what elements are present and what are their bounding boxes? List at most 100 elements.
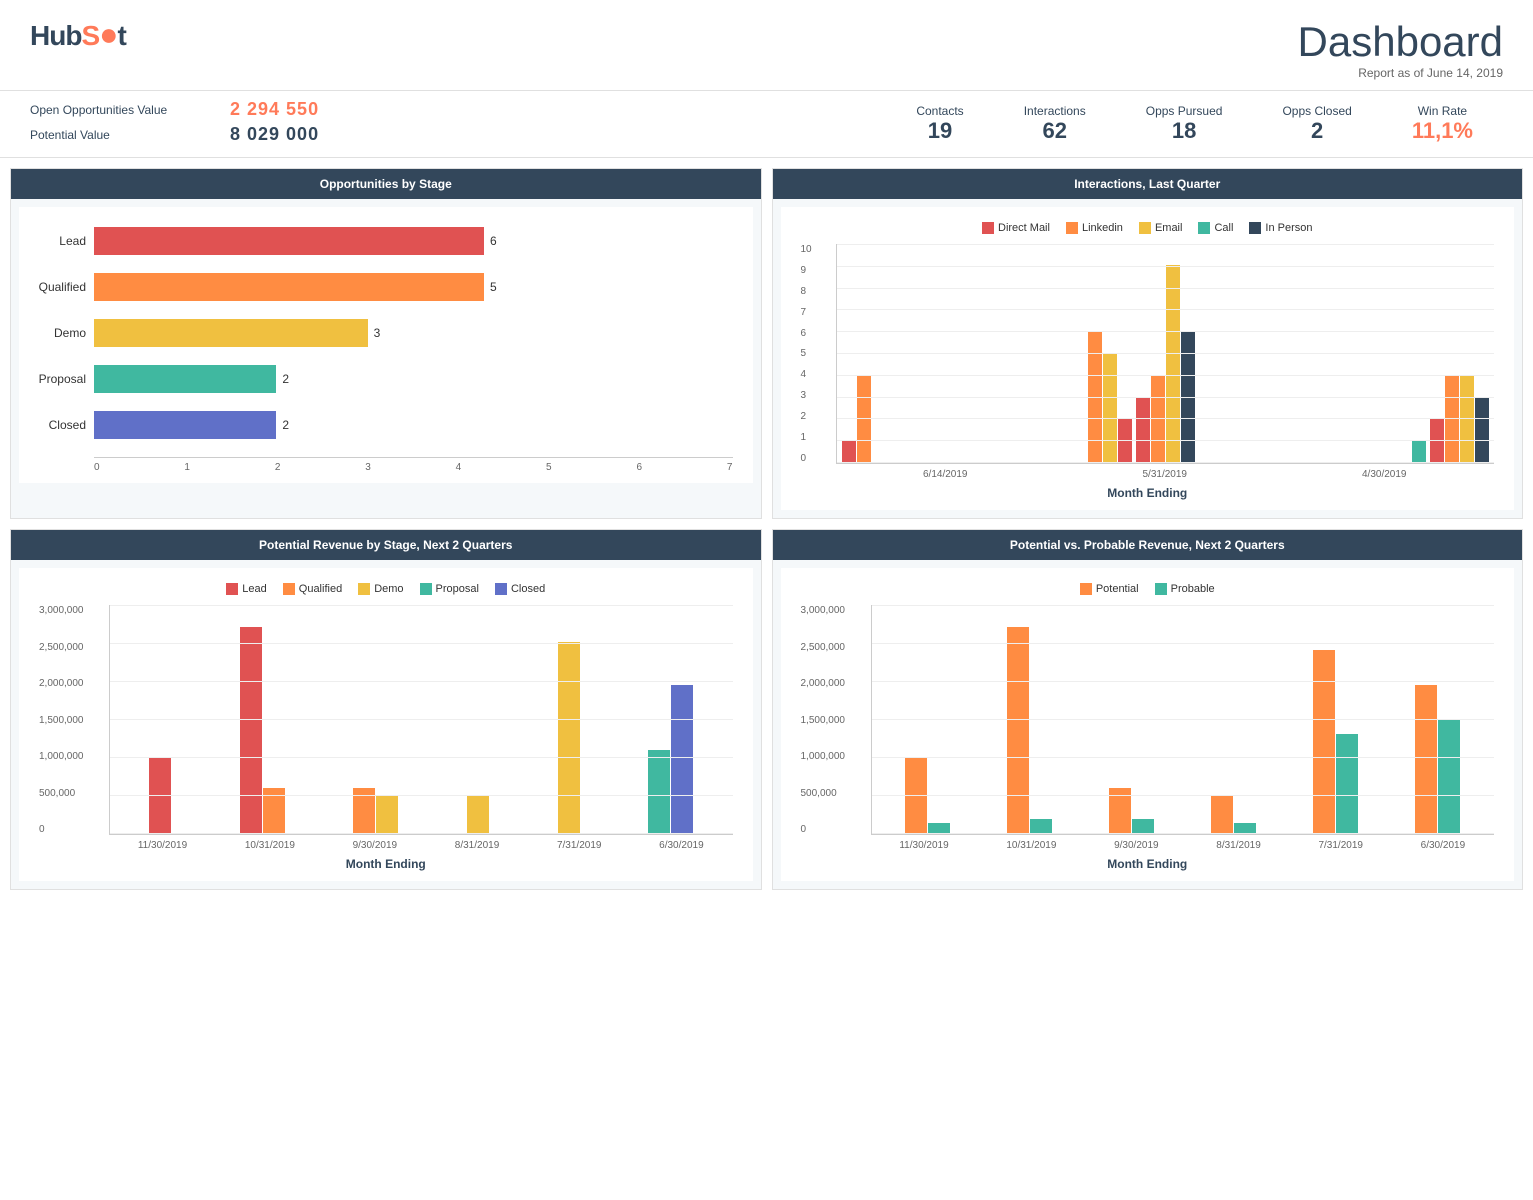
bar-430b-dm <box>1430 419 1444 463</box>
group-430-a <box>1412 441 1426 463</box>
proposal-bar-area: 2 <box>94 365 733 393</box>
legend-demo-ps: Demo <box>358 583 403 595</box>
pvp-title: Potential vs. Probable Revenue, Next 2 Q… <box>1010 538 1285 552</box>
col-1130 <box>149 757 171 834</box>
pvp-legend: Potential Probable <box>801 583 1495 595</box>
opps-closed-metric: Opps Closed 2 <box>1252 104 1381 144</box>
contacts-value: 19 <box>916 118 963 144</box>
qualified-bar-row: Qualified 5 <box>29 273 733 301</box>
col-930 <box>353 788 398 834</box>
qualified-label: Qualified <box>29 280 94 294</box>
pvp-header: Potential vs. Probable Revenue, Next 2 Q… <box>773 530 1523 560</box>
pvp-chart-wrap: 0 500,000 1,000,000 1,500,000 2,000,000 … <box>801 605 1495 835</box>
ps-x-axis-label: Month Ending <box>39 857 733 871</box>
lead-bar-area: 6 <box>94 227 733 255</box>
pvp-col-1130 <box>905 757 950 834</box>
bar-430-call <box>1412 441 1426 463</box>
bar-531-li <box>1088 331 1102 463</box>
legend-email: Email <box>1139 222 1183 234</box>
in-person-dot <box>1249 222 1261 234</box>
potential-label: Potential Value <box>30 128 210 142</box>
interactions-metric: Interactions 62 <box>994 104 1116 144</box>
proposal-count: 2 <box>282 372 289 386</box>
linkedin-dot <box>1066 222 1078 234</box>
interactions-header: Interactions, Last Quarter <box>773 169 1523 199</box>
closed-count: 2 <box>282 418 289 432</box>
closed-bar <box>94 411 276 439</box>
lead-count: 6 <box>490 234 497 248</box>
interactions-panel: Interactions, Last Quarter Direct Mail L… <box>772 168 1524 519</box>
pvp-bars <box>871 605 1495 835</box>
qualified-count: 5 <box>490 280 497 294</box>
potential-stage-legend: Lead Qualified Demo Proposal Closed <box>39 583 733 595</box>
kpi-right: Contacts 19 Interactions 62 Opps Pursued… <box>450 104 1503 144</box>
x-axis-interactions: 6/14/2019 5/31/2019 4/30/2019 <box>801 469 1495 480</box>
pvp-col-630 <box>1415 685 1460 835</box>
open-opps-value: 2 294 550 <box>230 99 319 120</box>
opps-pursued-label: Opps Pursued <box>1146 104 1223 118</box>
interactions-label: Interactions <box>1024 104 1086 118</box>
pvp-body: Potential Probable 0 500,000 1,000,000 1… <box>781 568 1515 881</box>
x-labels-ps: 11/30/2019 10/31/2019 9/30/2019 8/31/201… <box>39 840 733 851</box>
bar-531-dm <box>1118 419 1132 463</box>
logo: HubS●t <box>30 18 126 52</box>
lead-bar-row: Lead 6 <box>29 227 733 255</box>
proposal-bar <box>94 365 276 393</box>
qualified-bar <box>94 273 484 301</box>
bar-614-dm <box>842 441 856 463</box>
legend-closed-ps: Closed <box>495 583 545 595</box>
bar-531b-li <box>1151 375 1165 463</box>
legend-probable-pvp: Probable <box>1155 583 1215 595</box>
legend-potential-pvp: Potential <box>1080 583 1139 595</box>
potential-by-stage-title: Potential Revenue by Stage, Next 2 Quart… <box>259 538 512 552</box>
legend-proposal-ps: Proposal <box>420 583 479 595</box>
bar-430b-li <box>1445 375 1459 463</box>
page-title: Dashboard <box>1298 18 1503 66</box>
interactions-bars <box>836 244 1495 464</box>
pvp-col-1031 <box>1007 627 1052 834</box>
contacts-metric: Contacts 19 <box>886 104 993 144</box>
bar-531-em <box>1103 353 1117 463</box>
win-rate-value: 11,1% <box>1412 118 1473 144</box>
demo-bar-row: Demo 3 <box>29 319 733 347</box>
kpi-bar: Open Opportunities Value 2 294 550 Poten… <box>0 90 1533 158</box>
bottom-charts-row: Potential Revenue by Stage, Next 2 Quart… <box>0 524 1533 900</box>
potential-vs-probable-panel: Potential vs. Probable Revenue, Next 2 Q… <box>772 529 1524 890</box>
group-430-b <box>1430 375 1489 463</box>
demo-bar-area: 3 <box>94 319 733 347</box>
x-labels-pvp: 11/30/2019 10/31/2019 9/30/2019 8/31/201… <box>801 840 1495 851</box>
open-opps-row: Open Opportunities Value 2 294 550 <box>30 99 450 120</box>
opps-pursued-value: 18 <box>1146 118 1223 144</box>
col-731 <box>558 642 580 834</box>
proposal-bar-row: Proposal 2 <box>29 365 733 393</box>
opps-by-stage-panel: Opportunities by Stage Lead 6 Qualified <box>10 168 762 519</box>
lead-label: Lead <box>29 234 94 248</box>
group-6-14 <box>842 375 871 463</box>
opps-closed-value: 2 <box>1282 118 1351 144</box>
pvp-x-axis-label: Month Ending <box>801 857 1495 871</box>
group-531-a <box>1088 331 1132 463</box>
pvp-col-831 <box>1211 796 1256 834</box>
call-label: Call <box>1214 222 1233 234</box>
email-dot <box>1139 222 1151 234</box>
closed-bar-area: 2 <box>94 411 733 439</box>
bar-531b-ip <box>1181 331 1195 463</box>
bar-531b-em <box>1166 265 1180 463</box>
col-1031 <box>240 627 285 834</box>
ps-bars <box>109 605 733 835</box>
potential-row: Potential Value 8 029 000 <box>30 124 450 145</box>
opps-pursued-metric: Opps Pursued 18 <box>1116 104 1253 144</box>
lead-bar <box>94 227 484 255</box>
bar-614-li <box>857 375 871 463</box>
opps-by-stage-header: Opportunities by Stage <box>11 169 761 199</box>
interactions-title: Interactions, Last Quarter <box>1074 177 1220 191</box>
y-axis-pvp: 0 500,000 1,000,000 1,500,000 2,000,000 … <box>801 605 846 835</box>
interactions-chart-wrap: 0 1 2 3 4 5 6 7 8 9 10 <box>801 244 1495 464</box>
interactions-value: 62 <box>1024 118 1086 144</box>
interactions-legend: Direct Mail Linkedin Email Call In Perso… <box>801 222 1495 234</box>
closed-bar-row: Closed 2 <box>29 411 733 439</box>
opps-by-stage-title: Opportunities by Stage <box>320 177 452 191</box>
kpi-left: Open Opportunities Value 2 294 550 Poten… <box>30 99 450 149</box>
pvp-col-930 <box>1109 788 1154 834</box>
potential-by-stage-panel: Potential Revenue by Stage, Next 2 Quart… <box>10 529 762 890</box>
